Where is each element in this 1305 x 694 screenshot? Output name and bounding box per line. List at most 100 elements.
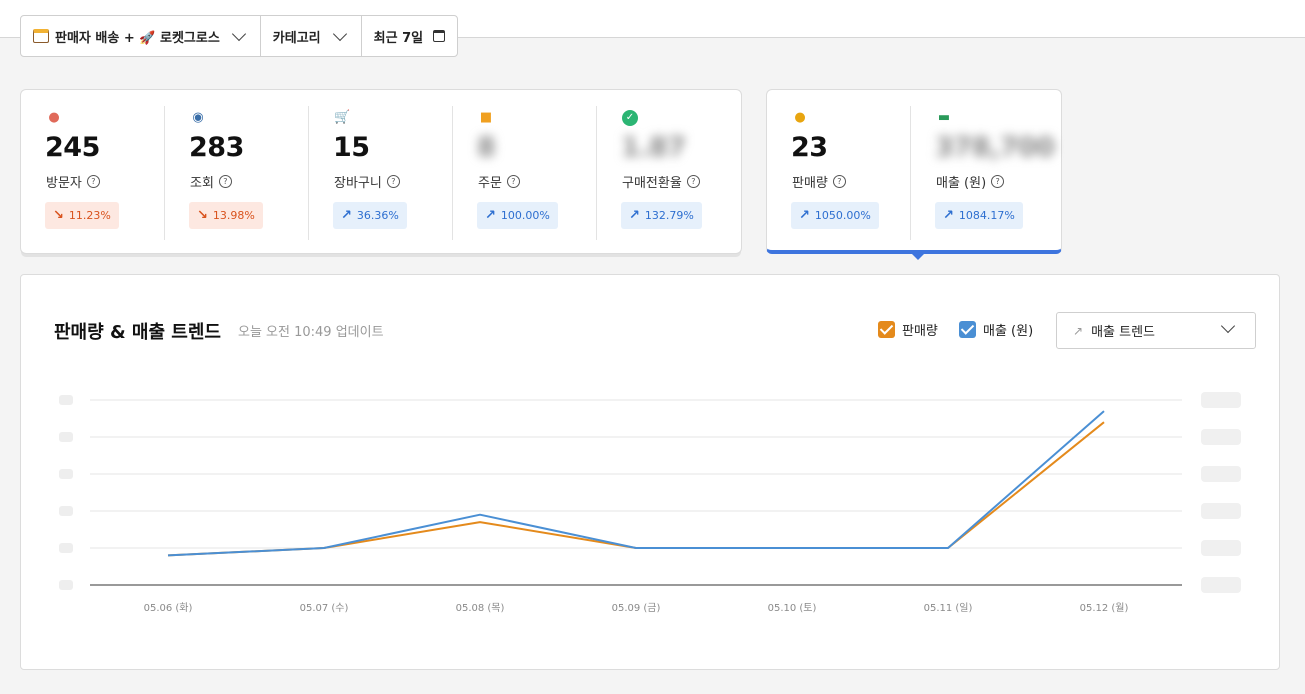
chevron-down-icon	[231, 26, 246, 42]
coins-icon: ●	[794, 110, 806, 125]
metric-value: 23	[791, 132, 828, 163]
y-tick-left-redacted	[59, 469, 73, 479]
change-value: 13.98%	[212, 209, 255, 222]
metric-label: 조회	[190, 176, 214, 191]
legend-revenue-label: 매출 (원)	[983, 324, 1034, 339]
x-tick-label: 05.11 (일)	[924, 602, 973, 614]
calendar-icon	[433, 30, 446, 42]
trend-chart-card: 판매량 & 매출 트렌드 오늘 오전 10:49 업데이트 판매량 매출 (원)…	[20, 274, 1280, 670]
box-icon: ■	[479, 110, 493, 125]
x-tick-label: 05.09 (금)	[612, 602, 661, 614]
chevron-down-icon	[332, 26, 347, 42]
metric-visitors[interactable]: ● 245 방문자? ↘ 11.23%	[21, 104, 165, 240]
category-filter-dropdown[interactable]: 카테고리	[261, 16, 362, 56]
change-value: 132.79%	[644, 209, 694, 222]
chart-type-value: 매출 트렌드	[1091, 325, 1155, 340]
change-value: 11.23%	[68, 209, 111, 222]
metric-value: 15	[333, 132, 370, 163]
metric-conversion[interactable]: ✓ 1.87 구매전환율? ↗ 132.79%	[597, 104, 741, 240]
cash-icon: ▬	[937, 110, 951, 125]
metric-value-blurred: 378,700	[935, 132, 1055, 163]
x-tick-label: 05.06 (화)	[144, 602, 193, 614]
category-filter-label: 카테고리	[272, 30, 321, 46]
y-tick-left-redacted	[59, 506, 73, 516]
metric-revenue[interactable]: ▬ 378,700 매출 (원)? ↗ 1084.17%	[911, 104, 1055, 240]
arrow-up-right-icon: ↗	[341, 208, 352, 223]
help-icon[interactable]: ?	[686, 175, 700, 188]
chevron-down-icon	[1220, 318, 1236, 334]
y-tick-right-redacted	[1201, 392, 1241, 408]
legend-sales-label: 판매량	[902, 324, 938, 339]
selected-card-caret	[911, 253, 925, 260]
help-icon[interactable]: ?	[86, 175, 100, 188]
metric-label: 매출 (원)	[936, 176, 987, 191]
change-badge: ↗ 36.36%	[333, 202, 407, 229]
metric-label: 판매량	[792, 176, 828, 191]
metric-label: 방문자	[46, 176, 82, 191]
y-tick-right-redacted	[1201, 466, 1241, 482]
legend-revenue-toggle[interactable]: 매출 (원)	[959, 320, 1033, 339]
series-line-revenue[interactable]	[167, 410, 1105, 557]
arrow-up-right-icon: ↗	[629, 208, 640, 223]
arrow-down-right-icon: ↘	[53, 208, 64, 223]
cart-icon: 🛒	[334, 110, 351, 125]
y-tick-right-redacted	[1201, 540, 1241, 556]
metric-value-blurred: 8	[477, 132, 496, 163]
y-tick-left-redacted	[59, 395, 73, 405]
change-badge: ↗ 132.79%	[621, 202, 702, 229]
checkbox-checked-icon[interactable]	[878, 321, 895, 338]
x-tick-label: 05.08 (목)	[456, 602, 505, 614]
filter-bar: 판매자 배송 + 🚀 로켓그로스 카테고리 최근 7일	[20, 15, 459, 57]
help-icon[interactable]: ?	[506, 175, 520, 188]
change-value: 1084.17%	[958, 209, 1015, 222]
legend-sales-toggle[interactable]: 판매량	[878, 320, 938, 339]
y-tick-right-redacted	[1201, 577, 1241, 593]
change-value: 100.00%	[500, 209, 550, 222]
traffic-metrics-card: ● 245 방문자? ↘ 11.23% ◉ 283 조회? ↘ 13.98% 🛒 1…	[20, 89, 742, 254]
sales-metrics-card[interactable]: ● 23 판매량? ↗ 1050.00% ▬ 378,700 매출 (원)? ↗ 1…	[766, 89, 1062, 254]
help-icon[interactable]: ?	[991, 175, 1005, 188]
help-icon[interactable]: ?	[218, 175, 232, 188]
change-badge: ↗ 1050.00%	[791, 202, 879, 229]
metric-label: 주문	[478, 176, 502, 191]
metric-label: 장바구니	[334, 176, 382, 191]
chart-type-select[interactable]: ↗ 매출 트렌드	[1056, 312, 1256, 349]
change-badge: ↘ 11.23%	[45, 202, 119, 229]
metric-views[interactable]: ◉ 283 조회? ↘ 13.98%	[165, 104, 309, 240]
arrow-up-right-icon: ↗	[799, 208, 810, 223]
metric-value-blurred: 1.87	[621, 132, 686, 163]
y-tick-right-redacted	[1201, 503, 1241, 519]
y-tick-right-redacted	[1201, 429, 1241, 445]
store-icon	[33, 29, 49, 43]
arrow-up-right-icon: ↗	[485, 208, 496, 223]
person-icon: ●	[48, 110, 60, 125]
metric-value: 283	[189, 132, 244, 163]
x-tick-label: 05.12 (월)	[1080, 602, 1129, 614]
trend-line-chart: 05.06 (화) 05.07 (수) 05.08 (목) 05.09 (금) 05.1…	[59, 392, 1241, 614]
check-icon: ✓	[622, 110, 638, 126]
trend-icon: ↗	[1073, 323, 1084, 338]
change-badge: ↗ 100.00%	[477, 202, 558, 229]
change-value: 1050.00%	[814, 209, 871, 222]
y-tick-left-redacted	[59, 543, 73, 553]
arrow-up-right-icon: ↗	[943, 208, 954, 223]
metric-sales-volume[interactable]: ● 23 판매량? ↗ 1050.00%	[767, 104, 911, 240]
arrow-down-right-icon: ↘	[197, 208, 208, 223]
change-value: 36.36%	[356, 209, 399, 222]
update-time: 오늘 오전 10:49 업데이트	[238, 325, 384, 340]
help-icon[interactable]: ?	[386, 175, 400, 188]
metric-label: 구매전환율	[622, 176, 682, 191]
x-tick-label: 05.07 (수)	[300, 602, 349, 614]
seller-filter-dropdown[interactable]: 판매자 배송 + 🚀 로켓그로스	[21, 16, 261, 56]
help-icon[interactable]: ?	[832, 175, 846, 188]
period-filter-label: 최근 7일	[373, 30, 424, 46]
period-filter[interactable]: 최근 7일	[362, 16, 457, 56]
change-badge: ↗ 1084.17%	[935, 202, 1023, 229]
y-tick-left-redacted	[59, 432, 73, 442]
checkbox-checked-icon[interactable]	[959, 321, 976, 338]
metric-cart[interactable]: 🛒 15 장바구니? ↗ 36.36%	[309, 104, 453, 240]
eye-icon: ◉	[192, 110, 204, 125]
y-tick-left-redacted	[59, 580, 73, 590]
metric-orders[interactable]: ■ 8 주문? ↗ 100.00%	[453, 104, 597, 240]
x-tick-label: 05.10 (토)	[768, 603, 817, 614]
